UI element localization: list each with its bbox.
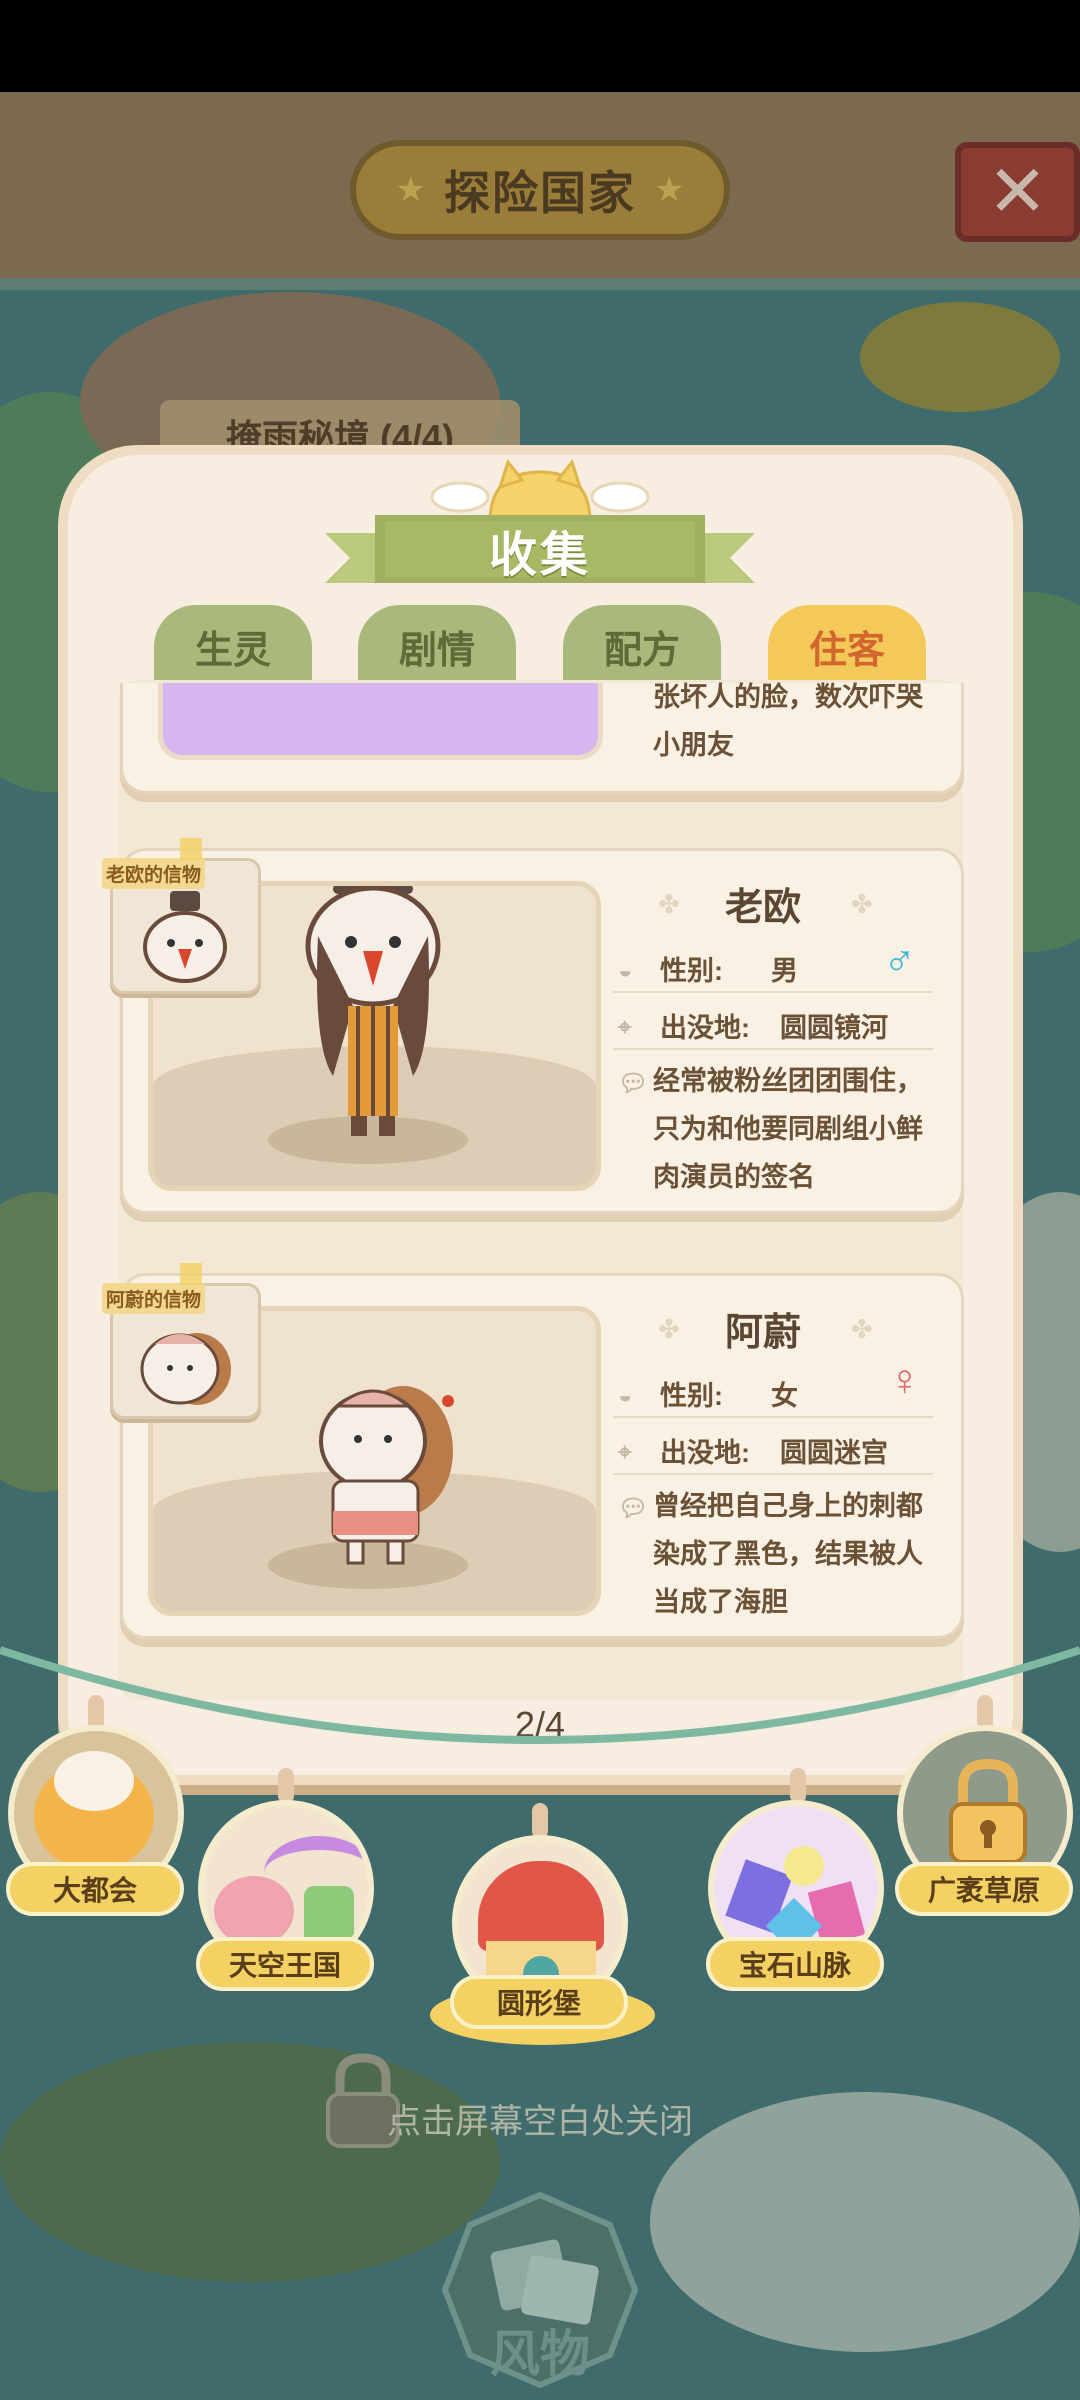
pin — [532, 1803, 548, 1839]
divider — [613, 1048, 933, 1050]
portrait-partial — [158, 683, 603, 760]
region-label[interactable]: 天空王国 — [196, 1937, 374, 1991]
resident-name: 阿蔚 — [724, 1312, 801, 1354]
token-label: 阿蔚的信物 — [102, 1283, 206, 1314]
haunt-value: 圆圆镜河 — [780, 1013, 888, 1043]
region-label[interactable]: 大都会 — [6, 1862, 184, 1916]
location-pin-icon: ⌖ — [618, 1438, 632, 1466]
female-icon: ♀ — [888, 1356, 921, 1405]
puffin-token-icon — [143, 891, 227, 983]
resident-description: 经常被粉丝团团围住， 只为和他要同剧组小鲜 肉演员的签名 — [653, 1057, 943, 1201]
haunt-label: 出没地: — [660, 1013, 750, 1043]
star-icon: ★ — [395, 171, 426, 209]
region-label[interactable]: 圆形堡 — [450, 1975, 628, 2029]
region-label[interactable]: 宝石山脉 — [706, 1937, 884, 1991]
tape-decoration — [180, 1263, 202, 1285]
resident-description-partial: 张坏人的脸，数次吓哭 小朋友 — [653, 673, 943, 769]
gender-row: ◒ 性别: 男 — [618, 949, 798, 988]
location-pin-icon: ⌖ — [618, 1013, 632, 1041]
resident-card-partial: 张坏人的脸，数次吓哭 小朋友 — [120, 682, 964, 794]
lock-icon — [949, 1758, 1027, 1864]
gender-value: 男 — [771, 956, 798, 986]
description-line: 染成了黑色，结果被人 — [653, 1539, 923, 1569]
region-label[interactable]: 广袤草原 — [895, 1862, 1073, 1916]
gender-label: 性别: — [660, 956, 723, 986]
tape-decoration — [180, 838, 202, 860]
gender-label: 性别: — [660, 1381, 723, 1411]
description-line: 曾经把自己身上的刺都 — [653, 1491, 923, 1521]
resident-figure-puffin — [305, 886, 441, 1136]
close-button[interactable]: ✕ — [955, 142, 1080, 242]
resident-figure-hedgehog — [319, 1386, 454, 1565]
description-line: 肉演员的签名 — [653, 1162, 815, 1192]
divider — [613, 991, 933, 993]
male-icon: ♂ — [883, 935, 916, 984]
star-icon: ★ — [654, 171, 685, 209]
resident-name: 老欧 — [724, 887, 801, 929]
status-bar — [0, 0, 1080, 92]
header-divider — [0, 278, 1080, 290]
gender-value: 女 — [771, 1381, 798, 1411]
speech-bubble-icon: 💬︎ — [618, 1070, 649, 1097]
pin — [278, 1768, 294, 1804]
description-line: 只为和他要同剧组小鲜 — [653, 1114, 923, 1144]
mask-icon: ◒ — [618, 1381, 633, 1409]
gender-row: ◒ 性别: 女 — [618, 1374, 798, 1413]
divider — [613, 1416, 933, 1418]
close-hint[interactable]: 点击屏幕空白处关闭 — [320, 2090, 760, 2146]
haunt-row: ⌖ 出没地: 圆圆迷宫 — [618, 1431, 888, 1470]
panel-title: 收集 — [488, 529, 591, 582]
haunt-label: 出没地: — [660, 1438, 750, 1468]
divider — [613, 1473, 933, 1475]
tab-story[interactable]: 剧情 — [358, 605, 516, 687]
description-line: 小朋友 — [653, 730, 734, 760]
close-icon: ✕ — [987, 152, 1048, 232]
description-line: 经常被粉丝团团围住， — [653, 1066, 923, 1096]
hedgehog-token-icon — [140, 1333, 231, 1405]
haunt-value: 圆圆迷宫 — [780, 1438, 888, 1468]
mask-icon: ◒ — [618, 956, 633, 984]
speech-bubble-icon: 💬︎ — [618, 1495, 649, 1522]
token-label: 老欧的信物 — [102, 858, 206, 889]
page-title: 探险国家 — [444, 167, 636, 219]
haunt-row: ⌖ 出没地: 圆圆镜河 — [618, 1006, 888, 1045]
title-plaque: ★ 探险国家 ★ — [350, 140, 730, 240]
scenery-button[interactable]: 风物 — [460, 2320, 620, 2382]
description-line: 张坏人的脸，数次吓哭 — [653, 682, 923, 712]
pin — [790, 1768, 806, 1804]
tab-creatures[interactable]: 生灵 — [154, 605, 312, 687]
